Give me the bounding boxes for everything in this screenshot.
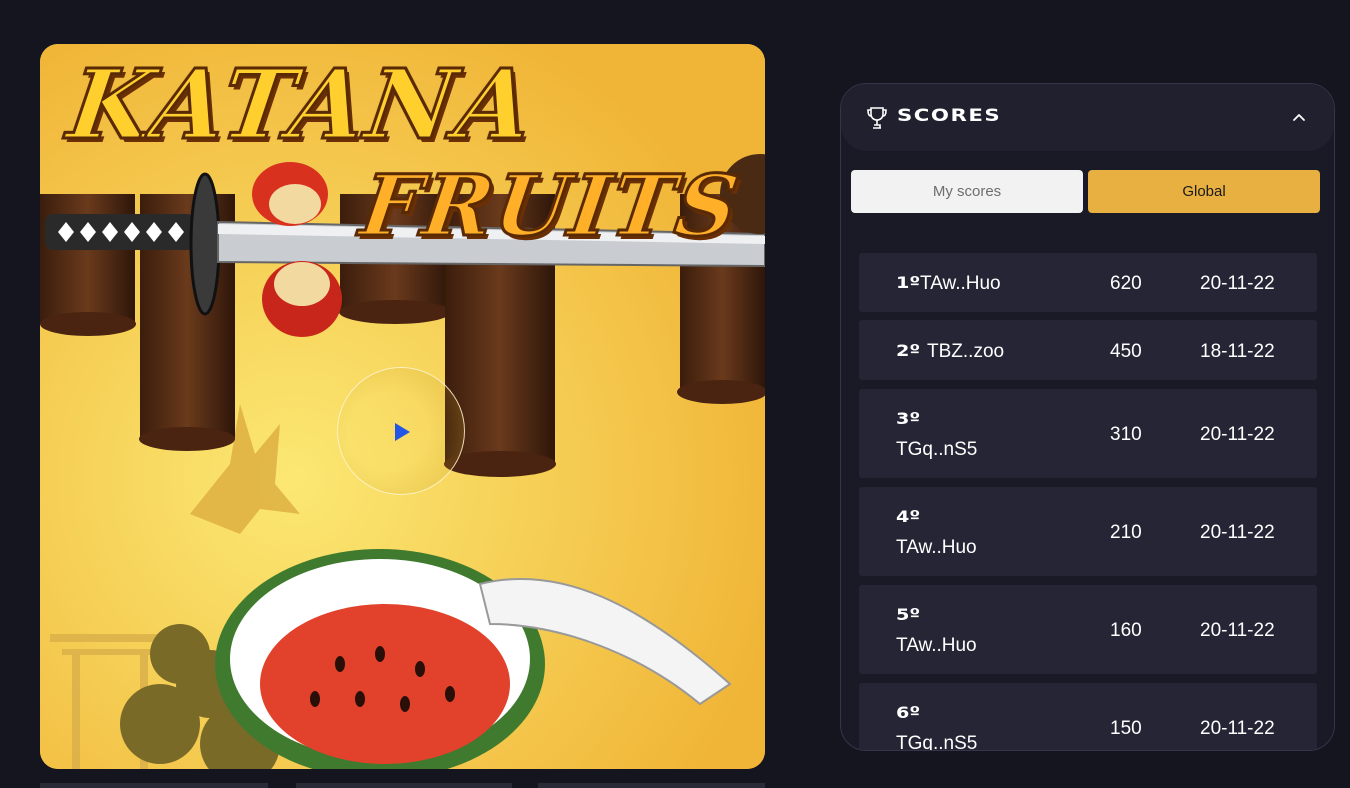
score-points: 210 — [1110, 522, 1142, 543]
rank-label: 6º — [896, 703, 921, 722]
rank-label: 2º — [896, 341, 921, 360]
game-cover-card[interactable]: KATANA FRUITS — [40, 44, 765, 769]
player-name: TAw..Huo — [920, 273, 1001, 294]
score-row: 4º TAw..Huo 210 20-11-22 — [859, 487, 1317, 576]
player-name: TBZ..zoo — [927, 341, 1005, 362]
rank-label: 1º — [896, 273, 921, 292]
score-list[interactable]: 1º TAw..Huo 620 20-11-22 2º TBZ..zoo 450… — [859, 253, 1317, 751]
player-name: TAw..Huo — [896, 537, 977, 558]
score-date: 20-11-22 — [1200, 620, 1275, 641]
tab-global[interactable]: Global — [1088, 170, 1320, 213]
play-icon — [395, 423, 410, 441]
score-row: 1º TAw..Huo 620 20-11-22 — [859, 253, 1317, 312]
score-points: 150 — [1110, 718, 1142, 739]
score-points: 450 — [1110, 341, 1142, 362]
tab-my-scores[interactable]: My scores — [851, 170, 1083, 213]
thumbnail-strip-item[interactable] — [538, 783, 765, 788]
player-name: TGq..nS5 — [896, 439, 978, 460]
player-name: TGq..nS5 — [896, 733, 978, 751]
thumbnail-strip-item[interactable] — [296, 783, 512, 788]
rank-label: 3º — [896, 409, 921, 428]
score-date: 20-11-22 — [1200, 718, 1275, 739]
player-name: TAw..Huo — [896, 635, 977, 656]
chevron-up-icon[interactable] — [1291, 111, 1307, 123]
game-title-line2: FRUITS — [354, 155, 748, 257]
play-button[interactable] — [337, 367, 465, 495]
score-row: 3º TGq..nS5 310 20-11-22 — [859, 389, 1317, 478]
score-points: 620 — [1110, 273, 1142, 294]
rank-label: 5º — [896, 605, 921, 624]
scores-header[interactable]: SCORES — [841, 84, 1334, 151]
score-row: 5º TAw..Huo 160 20-11-22 — [859, 585, 1317, 674]
score-date: 20-11-22 — [1200, 424, 1275, 445]
score-date: 18-11-22 — [1200, 341, 1275, 362]
score-date: 20-11-22 — [1200, 522, 1275, 543]
score-points: 160 — [1110, 620, 1142, 641]
score-date: 20-11-22 — [1200, 273, 1275, 294]
score-row: 6º TGq..nS5 150 20-11-22 — [859, 683, 1317, 751]
thumbnail-strip-item[interactable] — [40, 783, 268, 788]
scores-panel: SCORES My scores Global 1º TAw..Huo 620 … — [840, 83, 1335, 751]
game-title-line1: KATANA — [61, 47, 544, 163]
rank-label: 4º — [896, 507, 921, 526]
scores-title: SCORES — [897, 106, 1002, 126]
score-row: 2º TBZ..zoo 450 18-11-22 — [859, 320, 1317, 380]
trophy-icon — [867, 107, 887, 129]
score-points: 310 — [1110, 424, 1142, 445]
